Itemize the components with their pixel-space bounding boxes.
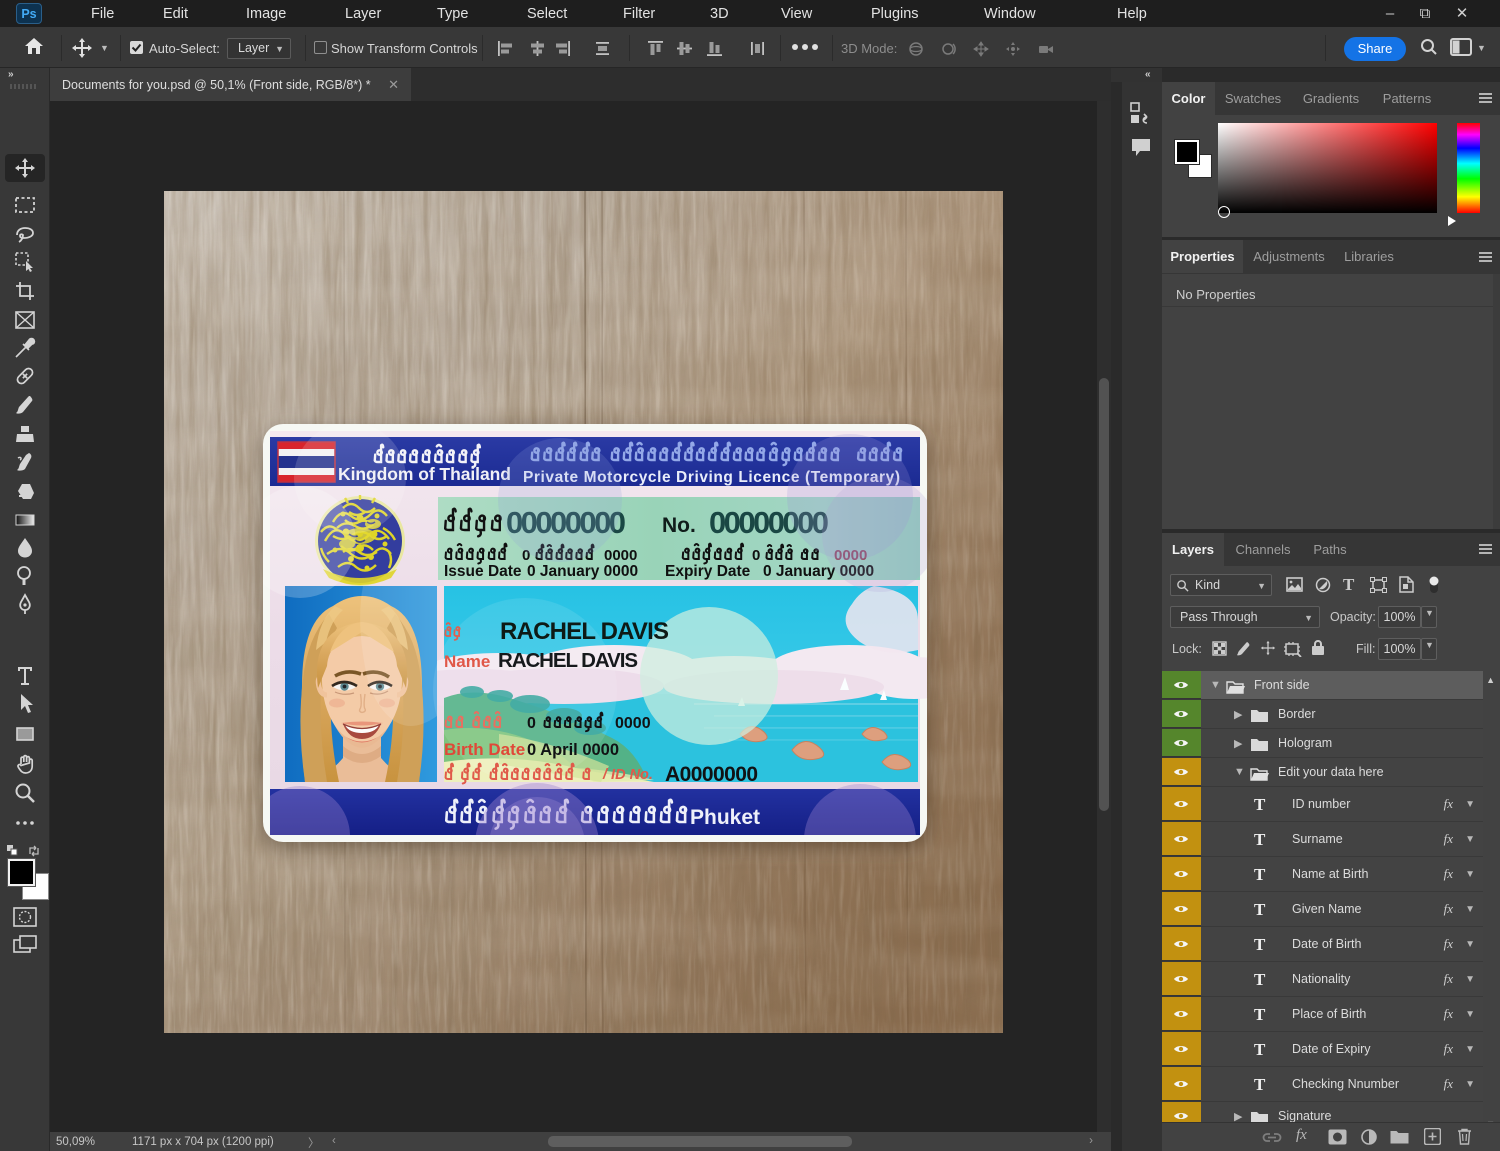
svg-text:A0000000: A0000000 [665, 763, 758, 786]
svg-text:Phuket: Phuket [690, 806, 760, 829]
svg-text:/ ID No.: / ID No. [602, 767, 653, 783]
svg-text:RACHEL DAVIS: RACHEL DAVIS [500, 618, 669, 645]
svg-text:0: 0 [527, 715, 536, 732]
svg-text:0000: 0000 [604, 547, 637, 564]
svg-text:0000: 0000 [615, 715, 651, 732]
svg-text:Birth Date: Birth Date [444, 740, 525, 759]
svg-text:Expiry Date: Expiry Date [665, 563, 751, 580]
svg-text:Issue Date: Issue Date [444, 563, 522, 580]
svg-text:0 April 0000: 0 April 0000 [527, 741, 619, 759]
svg-text:0: 0 [752, 547, 760, 564]
svg-text:No.: No. [662, 514, 696, 537]
svg-text:RACHEL DAVIS: RACHEL DAVIS [498, 649, 638, 672]
svg-text:Name: Name [444, 652, 490, 671]
svg-text:0 January 0000: 0 January 0000 [527, 563, 638, 580]
